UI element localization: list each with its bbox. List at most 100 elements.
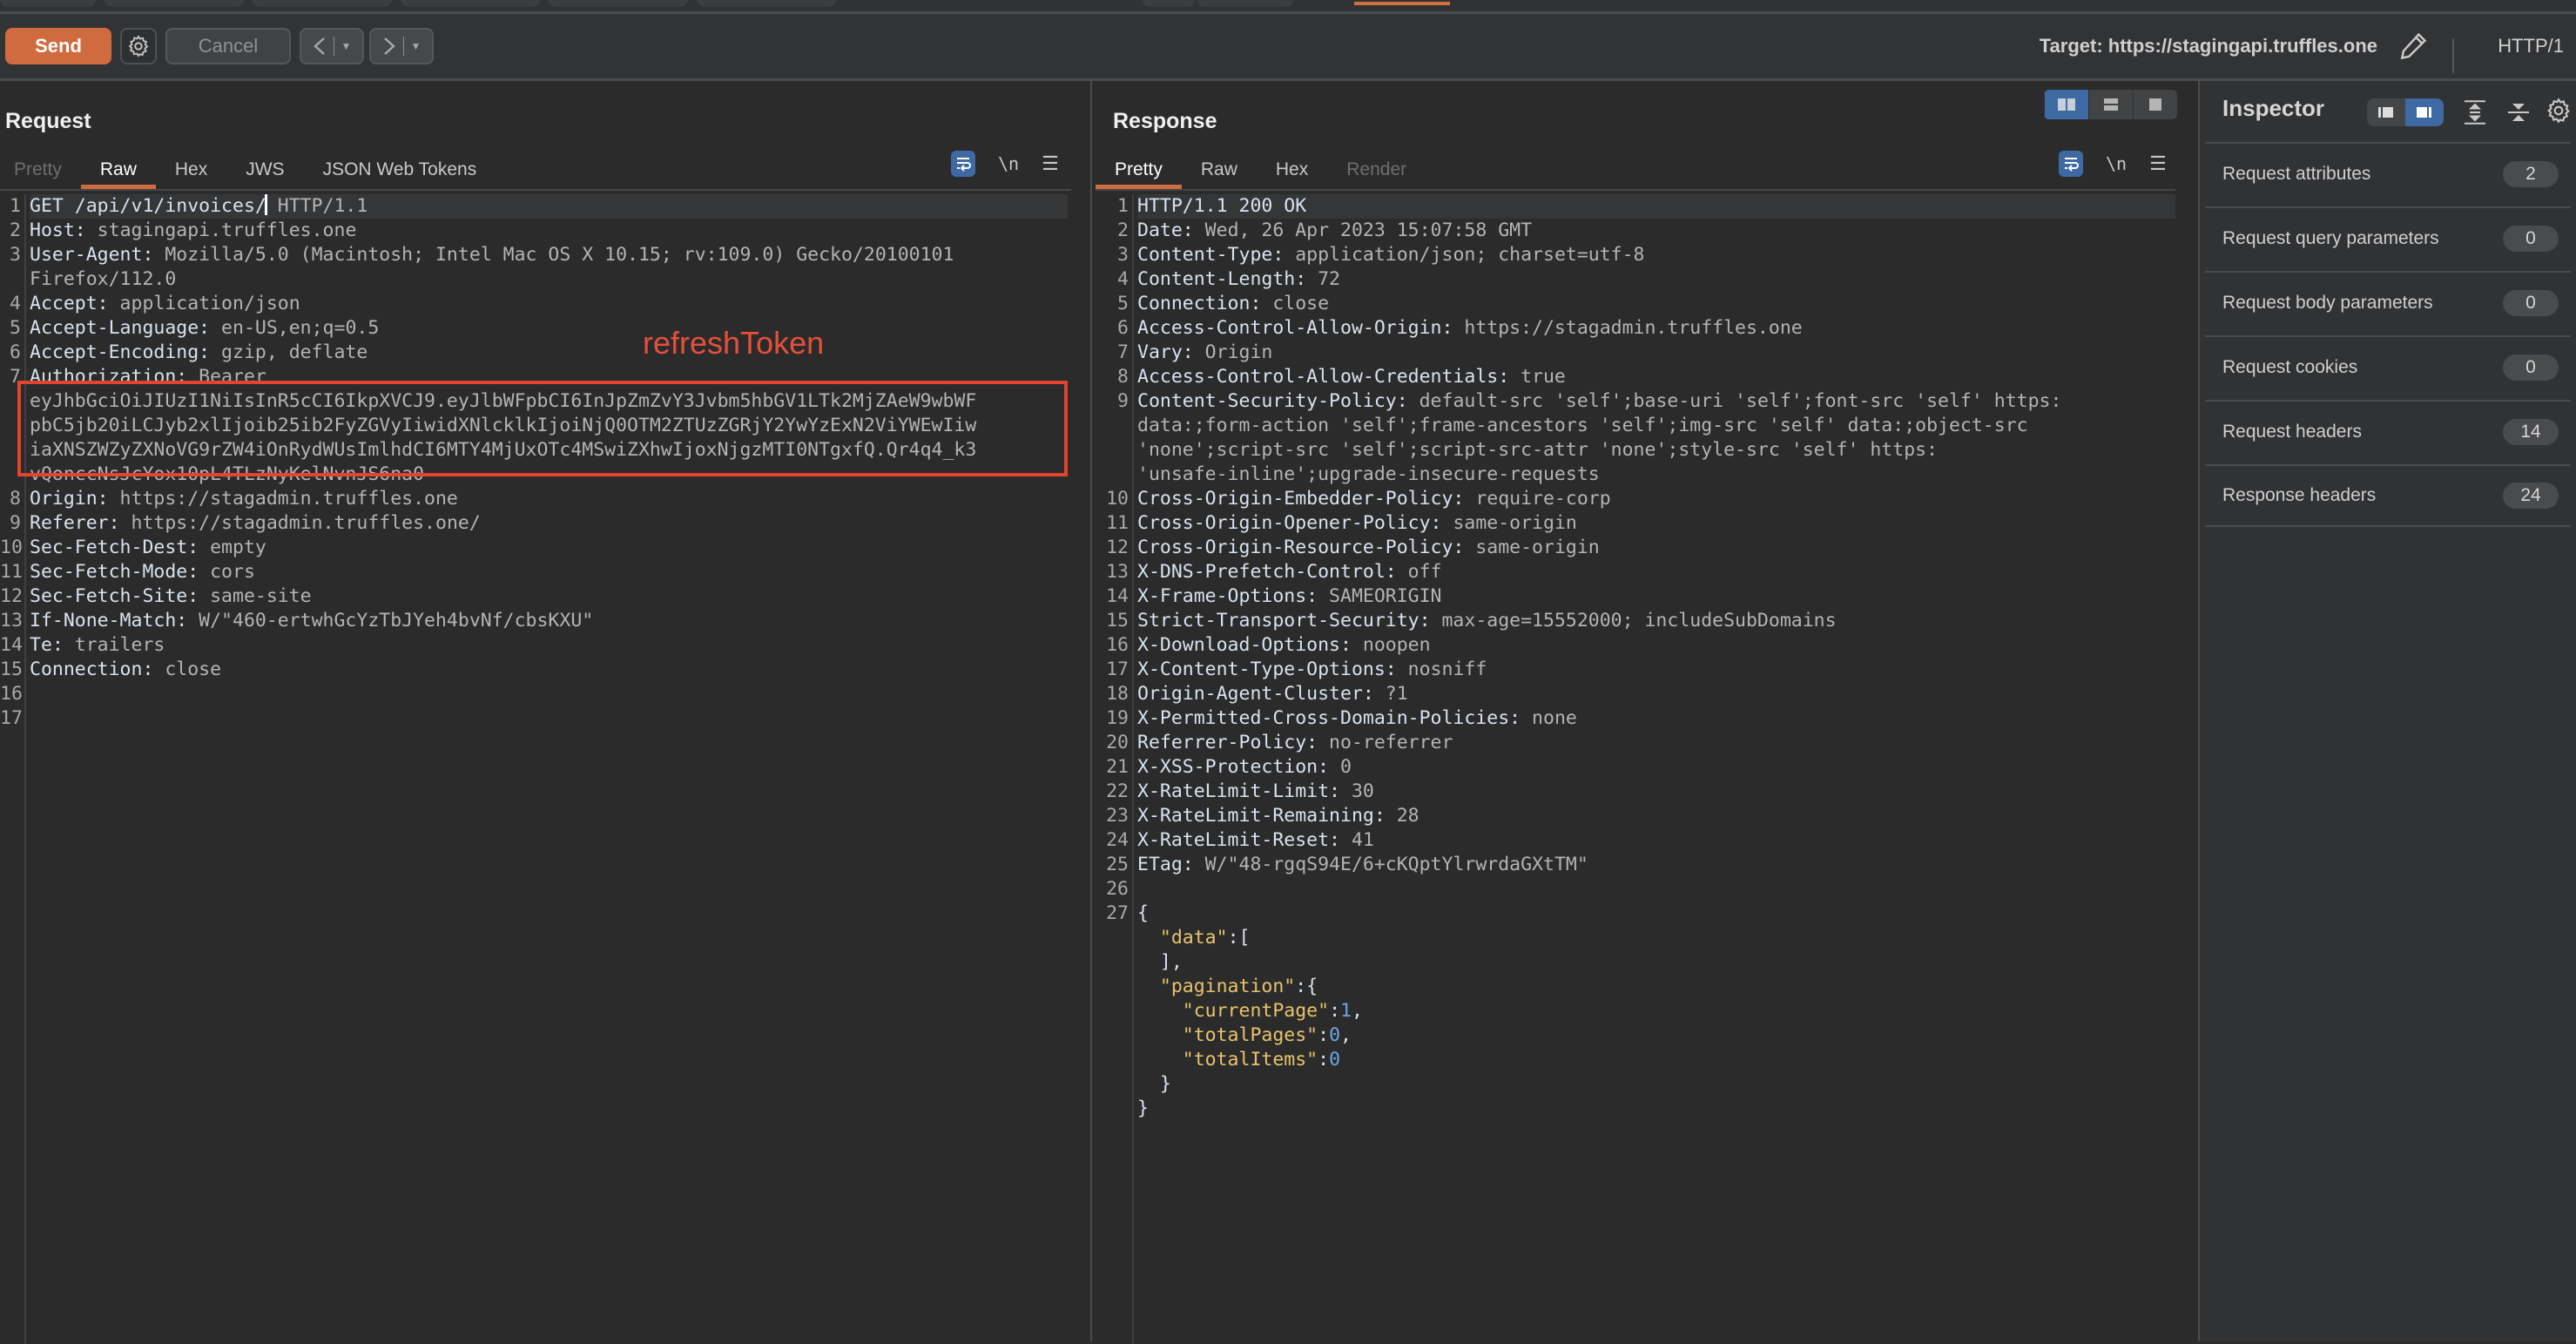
session-tab[interactable] <box>549 0 688 7</box>
code-line: 16 X-Download-Options: noopen <box>1092 633 2175 658</box>
line-number: 15 <box>0 658 23 680</box>
json-line: ], <box>1092 950 2175 975</box>
json-punctuation: , <box>1340 1024 1352 1046</box>
inspector-section-request-query-parameters[interactable]: Request query parameters 0 <box>2205 206 2571 269</box>
wrap-lines-button[interactable] <box>2059 151 2083 177</box>
line-number: 6 <box>1117 317 1129 339</box>
line-text: Connection: close <box>30 658 221 682</box>
line-text: "totalItems":0 <box>1137 1048 1340 1072</box>
header-value: 30 <box>1340 780 1374 802</box>
wrap-lines-button[interactable] <box>951 151 975 177</box>
json-punctuation: : <box>1318 1049 1330 1070</box>
collapse-all-button[interactable] <box>2503 97 2534 128</box>
single-pane-button[interactable] <box>2133 90 2177 119</box>
json-key: "data" <box>1159 927 1228 949</box>
line-number: 9 <box>10 512 21 534</box>
caret-down-icon[interactable]: ▼ <box>341 40 352 52</box>
session-tab[interactable] <box>1143 0 1195 7</box>
line-text: X-RateLimit-Limit: 30 <box>1137 780 1374 804</box>
header-value: ?1 <box>1373 683 1408 705</box>
request-tab-hex[interactable]: Hex <box>156 154 226 186</box>
inspector-section-request-attributes[interactable]: Request attributes 2 <box>2205 142 2571 205</box>
show-newlines-button[interactable]: \n <box>998 153 1019 174</box>
response-tab-raw[interactable]: Raw <box>1182 154 1257 186</box>
session-tab[interactable] <box>697 0 836 7</box>
show-newlines-button[interactable]: \n <box>2106 153 2127 174</box>
session-tab[interactable] <box>105 0 244 7</box>
json-line: } <box>1092 1097 2175 1121</box>
inspector-section-response-headers[interactable]: Response headers 24 <box>2205 464 2571 527</box>
dock-right-button[interactable] <box>2405 98 2444 126</box>
line-text: Sec-Fetch-Site: same-site <box>30 584 312 609</box>
inspector-section-request-cookies[interactable]: Request cookies 0 <box>2205 335 2571 398</box>
header-name: ETag: <box>1137 854 1194 875</box>
header-name: Access-Control-Allow-Credentials: <box>1137 366 1510 388</box>
history-forward-button[interactable]: ▼ <box>369 28 434 64</box>
protocol-selector[interactable]: HTTP/1 <box>2498 35 2564 57</box>
line-text: Te: trailers <box>30 633 165 658</box>
header-value: application/json; charset=utf-8 <box>1284 244 1645 266</box>
response-tab-render[interactable]: Render <box>1327 154 1426 186</box>
split-horizontal-button[interactable] <box>2044 90 2088 119</box>
header-name: Sec-Fetch-Site: <box>30 585 199 607</box>
expand-all-button[interactable] <box>2459 97 2491 128</box>
line-text: Vary: Origin <box>1137 341 1272 365</box>
response-viewer[interactable]: 1 HTTP/1.1 200 OK 2 Date: Wed, 26 Apr 2023 … <box>1092 194 2175 1121</box>
divider <box>1096 189 2175 191</box>
session-tab[interactable] <box>401 0 540 7</box>
json-punctuation: , <box>1351 1000 1363 1022</box>
header-name: Referrer-Policy: <box>1137 732 1318 753</box>
pencil-icon <box>2400 32 2427 60</box>
history-back-button[interactable]: ▼ <box>300 28 364 64</box>
request-title: Request <box>5 109 91 133</box>
inspector-title: Inspector <box>2222 95 2325 121</box>
line-text: X-RateLimit-Reset: 41 <box>1137 828 1374 853</box>
response-tab-pretty[interactable]: Pretty <box>1096 154 1182 189</box>
inspector-section-request-headers[interactable]: Request headers 14 <box>2205 400 2571 463</box>
header-name: Accept-Language: <box>30 317 211 339</box>
request-tab-jws[interactable]: JWS <box>226 154 303 186</box>
line-text: Referrer-Policy: no-referrer <box>1137 731 1453 755</box>
request-tab-json-web-tokens[interactable]: JSON Web Tokens <box>304 154 496 186</box>
session-tab[interactable] <box>253 0 392 7</box>
inspector-settings-button[interactable] <box>2545 97 2576 128</box>
json-punctuation: } <box>1159 1073 1171 1095</box>
header-value: 28 <box>1385 805 1419 827</box>
session-tab-strip <box>0 0 2576 14</box>
request-settings-button[interactable] <box>120 28 157 64</box>
dock-left-button[interactable] <box>2367 98 2405 126</box>
line-text: Cross-Origin-Resource-Policy: same-origi… <box>1137 536 1600 560</box>
line-text: X-DNS-Prefetch-Control: off <box>1137 560 1442 584</box>
inspector-section-request-body-parameters[interactable]: Request body parameters 0 <box>2205 271 2571 334</box>
code-line: 13 If-None-Match: W/"460-ertwhGcYzTbJYeh4… <box>0 609 1068 633</box>
response-tab-hex[interactable]: Hex <box>1257 154 1327 186</box>
count-badge: 0 <box>2503 290 2559 316</box>
header-value: https://stagadmin.truffles.one <box>1453 317 1803 339</box>
code-line: 'unsafe-inline';upgrade-insecure-request… <box>1092 463 2175 487</box>
split-vertical-button[interactable] <box>2088 90 2133 119</box>
header-value: off <box>1396 561 1442 583</box>
line-text: Accept: application/json <box>30 292 300 316</box>
line-text: "currentPage":1, <box>1137 999 1363 1023</box>
active-session-tab-indicator[interactable] <box>1354 2 1450 5</box>
request-tabs: Pretty Raw Hex JWS JSON Web Tokens <box>0 152 496 189</box>
hamburger-menu-icon[interactable]: ☰ <box>2149 152 2167 175</box>
caret-down-icon[interactable]: ▼ <box>411 40 421 52</box>
hamburger-menu-icon[interactable]: ☰ <box>1042 152 1059 175</box>
session-tab[interactable] <box>1197 0 1293 7</box>
code-line: 6 Accept-Encoding: gzip, deflate <box>0 341 1068 365</box>
session-tab[interactable] <box>0 0 96 7</box>
json-punctuation: ], <box>1159 951 1183 973</box>
chevron-left-icon <box>313 37 325 55</box>
line-number: 16 <box>1106 634 1129 656</box>
section-label: Request headers <box>2222 422 2362 442</box>
request-tab-raw[interactable]: Raw <box>80 154 156 189</box>
send-button[interactable]: Send <box>5 28 111 64</box>
header-value: SAMEORIGIN <box>1318 585 1442 607</box>
cancel-button[interactable]: Cancel <box>165 28 291 64</box>
json-line: "data":[ <box>1092 926 2175 950</box>
header-value: max-age=15552000; includeSubDomains <box>1430 610 1837 631</box>
code-line: data:;form-action 'self';frame-ancestors… <box>1092 414 2175 438</box>
edit-target-button[interactable] <box>2397 30 2430 63</box>
request-tab-pretty[interactable]: Pretty <box>0 154 81 186</box>
